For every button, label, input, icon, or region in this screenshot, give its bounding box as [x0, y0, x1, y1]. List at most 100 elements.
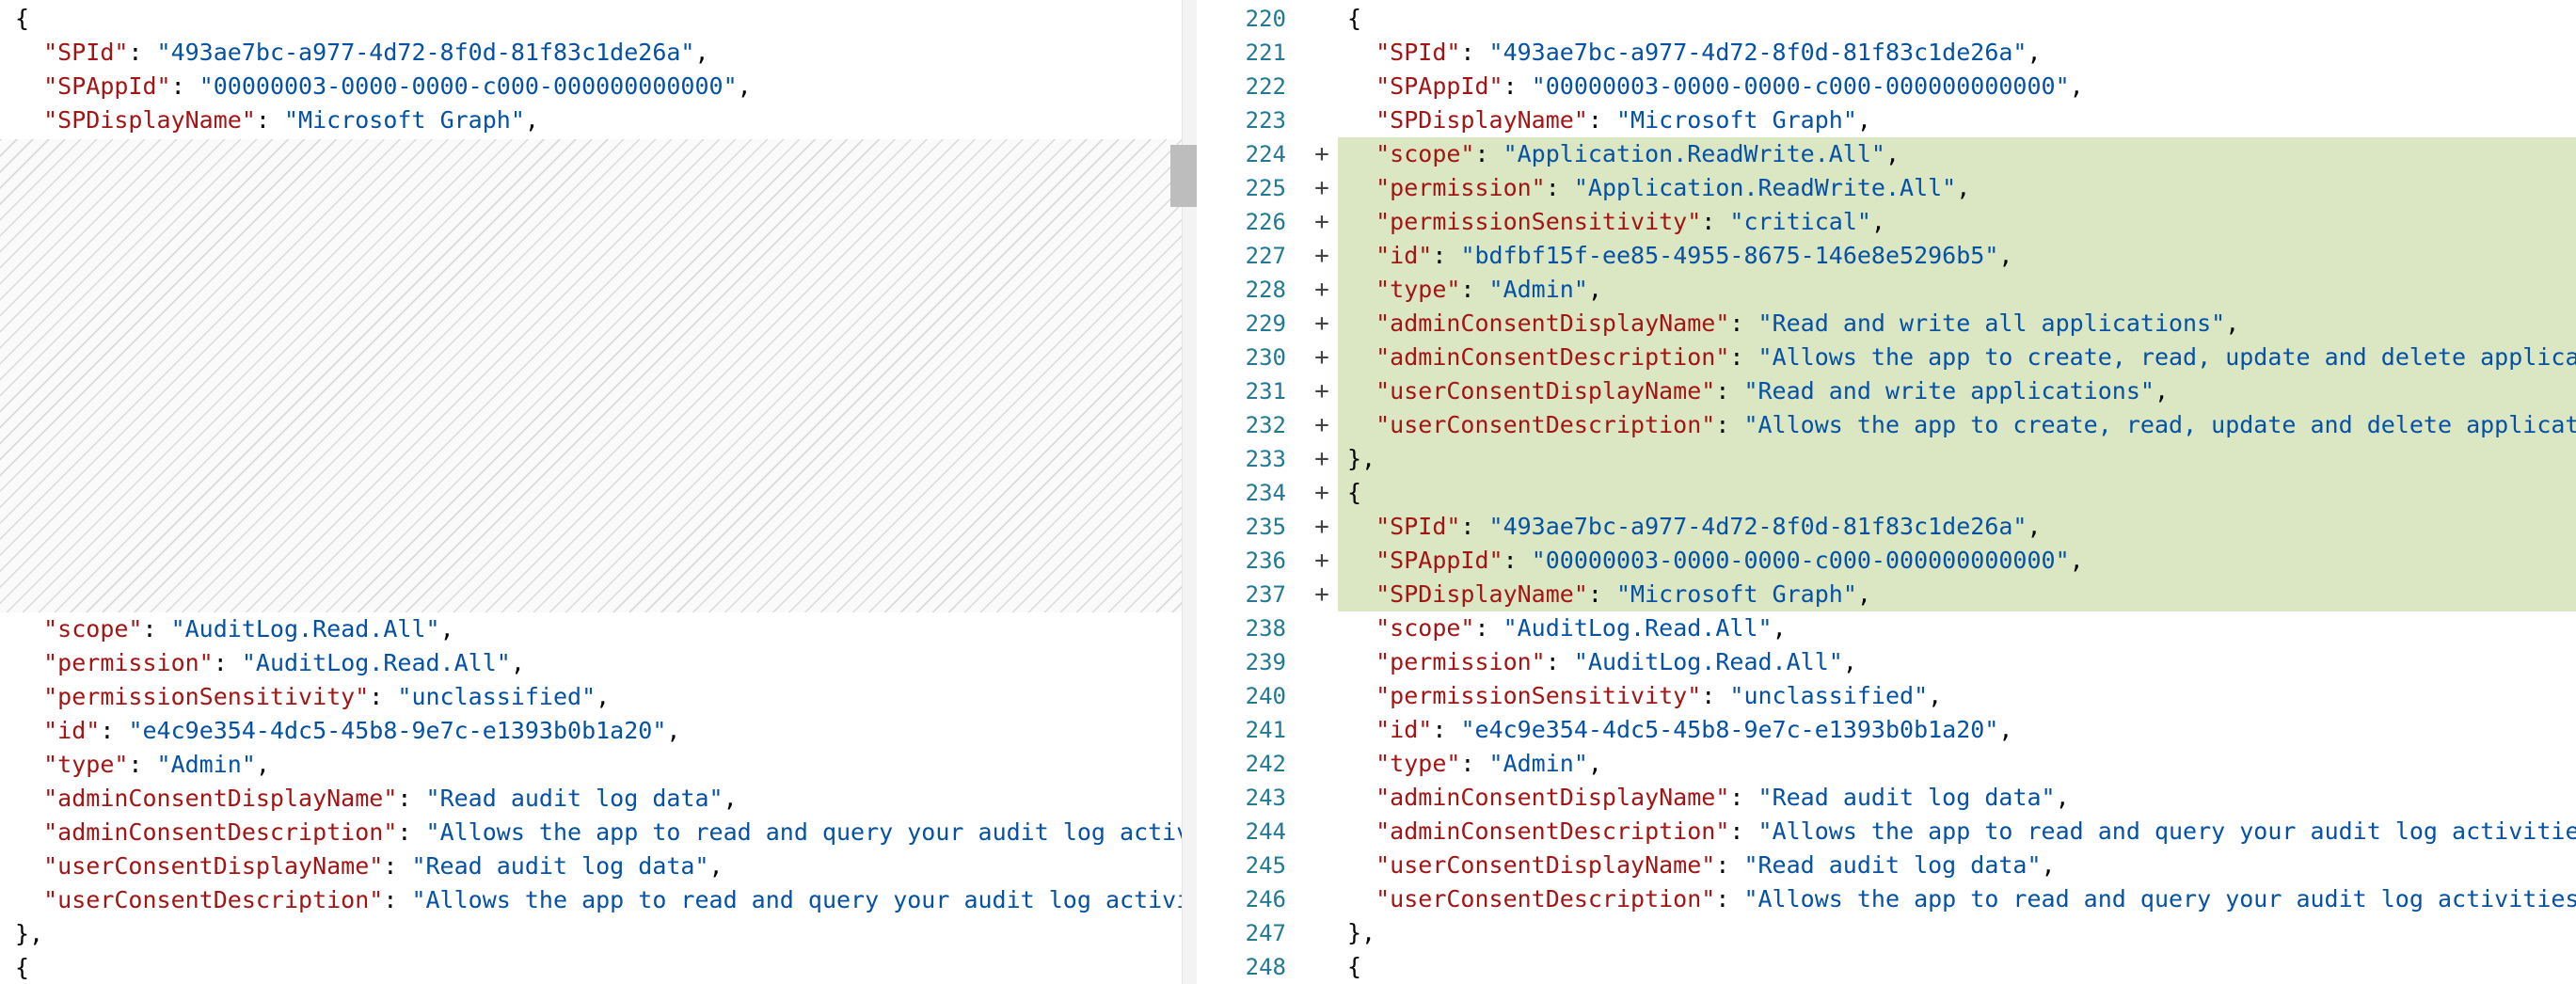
added-code-line[interactable]: 232 + "userConsentDescription": "Allows t… [1197, 408, 2576, 442]
json-string: "Allows the app to create, read, update … [1757, 343, 2576, 371]
code-line[interactable]: 242 "type": "Admin", [1197, 747, 2576, 781]
added-code-line[interactable]: 237 + "SPDisplayName": "Microsoft Graph", [1197, 578, 2576, 611]
diff-editor: { "SPId": "493ae7bc-a977-4d72-8f0d-81f83… [0, 0, 2576, 984]
added-code-line[interactable]: 234 + { [1197, 476, 2576, 510]
added-code-line[interactable]: 231 + "userConsentDisplayName": "Read and… [1197, 374, 2576, 408]
json-punctuation: , [524, 106, 539, 134]
added-code-line[interactable]: 236 + "SPAppId": "00000003-0000-0000-c000… [1197, 544, 2576, 578]
json-string: "Read audit log data" [1743, 851, 2042, 879]
json-key: "permission" [43, 649, 214, 676]
json-punctuation: { [15, 954, 30, 981]
line-number: 245 [1245, 852, 1286, 879]
code-line[interactable]: 248 { [1197, 950, 2576, 984]
json-string: "Allows the app to read and query your a… [425, 818, 1197, 846]
code-line[interactable]: 222 "SPAppId": "00000003-0000-0000-c000-… [1197, 70, 2576, 103]
plus-icon: + [1314, 479, 1329, 507]
added-code-line[interactable]: 233 +}, [1197, 442, 2576, 476]
line-number: 229 [1245, 310, 1286, 337]
added-code-line[interactable]: 227 + "id": "bdfbf15f-ee85-4955-8675-146e… [1197, 239, 2576, 273]
code-line[interactable]: "permissionSensitivity": "unclassified", [0, 680, 1197, 714]
json-string: "unclassified" [397, 683, 596, 710]
line-content: "SPId": "493ae7bc-a977-4d72-8f0d-81f83c1… [1338, 510, 2576, 544]
json-punctuation [1347, 208, 1375, 235]
added-code-line[interactable]: 228 + "type": "Admin", [1197, 273, 2576, 307]
code-line[interactable]: 220 { [1197, 2, 2576, 36]
json-punctuation [1347, 309, 1375, 337]
json-punctuation: : [213, 649, 242, 676]
modified-pane[interactable]: 220 {221 "SPId": "493ae7bc-a977-4d72-8f0d… [1197, 0, 2576, 984]
line-content: "id": "e4c9e354-4dc5-45b8-9e7c-e1393b0b1… [1338, 713, 2576, 747]
code-line[interactable]: "SPDisplayName": "Microsoft Graph", [0, 103, 1197, 137]
code-line[interactable]: "userConsentDisplayName": "Read audit lo… [0, 849, 1197, 883]
added-code-line[interactable]: 225 + "permission": "Application.ReadWrit… [1197, 171, 2576, 205]
json-punctuation [15, 72, 43, 100]
code-line[interactable]: 238 "scope": "AuditLog.Read.All", [1197, 611, 2576, 645]
original-pane[interactable]: { "SPId": "493ae7bc-a977-4d72-8f0d-81f83… [0, 0, 1197, 984]
json-key: "userConsentDisplayName" [43, 852, 384, 880]
json-punctuation: , [2041, 851, 2056, 879]
json-punctuation [15, 818, 43, 846]
code-line[interactable]: 244 "adminConsentDescription": "Allows t… [1197, 815, 2576, 849]
code-line[interactable]: }, [0, 917, 1197, 951]
code-line[interactable]: "scope": "AuditLog.Read.All", [0, 612, 1197, 646]
code-line[interactable]: { [0, 951, 1197, 984]
json-punctuation: : [1460, 39, 1489, 66]
code-line[interactable]: "adminConsentDisplayName": "Read audit l… [0, 782, 1197, 816]
json-string: "Read audit log data" [411, 852, 709, 880]
json-punctuation: : [1729, 309, 1758, 337]
json-punctuation: , [1856, 580, 1871, 608]
diff-marker [1308, 950, 1336, 984]
added-code-line[interactable]: 226 + "permissionSensitivity": "critical"… [1197, 205, 2576, 239]
added-code-line[interactable]: 224 + "scope": "Application.ReadWrite.All… [1197, 137, 2576, 171]
line-number: 226 [1245, 209, 1286, 235]
json-key: "SPId" [43, 39, 129, 66]
json-key: "adminConsentDisplayName" [1375, 784, 1730, 811]
code-line[interactable]: { [0, 2, 1197, 36]
added-code-line[interactable]: 230 + "adminConsentDescription": "Allows … [1197, 341, 2576, 374]
json-key: "userConsentDescription" [1375, 411, 1716, 438]
code-line[interactable]: 221 "SPId": "493ae7bc-a977-4d72-8f0d-81f… [1197, 36, 2576, 70]
json-punctuation [15, 106, 43, 134]
code-line[interactable]: 246 "userConsentDescription": "Allows th… [1197, 882, 2576, 916]
json-string: "AuditLog.Read.All" [1503, 614, 1773, 642]
json-string: "00000003-0000-0000-c000-000000000000" [1531, 72, 2070, 100]
line-number: 221 [1245, 40, 1286, 66]
code-line[interactable]: "userConsentDescription": "Allows the ap… [0, 883, 1197, 917]
json-punctuation [1347, 39, 1375, 66]
json-punctuation [1347, 614, 1375, 642]
code-line[interactable]: 241 "id": "e4c9e354-4dc5-45b8-9e7c-e1393… [1197, 713, 2576, 747]
json-punctuation: : [128, 39, 157, 66]
code-line[interactable]: "adminConsentDescription": "Allows the a… [0, 816, 1197, 849]
json-punctuation: : [383, 852, 412, 880]
diff-marker [1308, 713, 1336, 747]
json-punctuation: , [510, 649, 525, 676]
code-line[interactable]: 245 "userConsentDisplayName": "Read audi… [1197, 849, 2576, 882]
json-key: "SPAppId" [1375, 547, 1503, 574]
diff-marker [1308, 679, 1336, 713]
json-string: "critical" [1729, 208, 1871, 235]
diff-marker [1308, 916, 1336, 950]
line-number: 234 [1245, 480, 1286, 506]
json-punctuation: , [255, 751, 270, 778]
original-scrollbar-thumb[interactable] [1170, 145, 1197, 207]
json-punctuation: : [1460, 276, 1489, 303]
line-number: 244 [1245, 818, 1286, 845]
code-line[interactable]: "SPAppId": "00000003-0000-0000-c000-0000… [0, 70, 1197, 103]
line-content: "permissionSensitivity": "unclassified", [1338, 679, 2576, 713]
code-line[interactable]: 243 "adminConsentDisplayName": "Read aud… [1197, 781, 2576, 815]
code-line[interactable]: "type": "Admin", [0, 748, 1197, 782]
json-punctuation [15, 649, 43, 676]
code-line[interactable]: "permission": "AuditLog.Read.All", [0, 646, 1197, 680]
added-code-line[interactable]: 229 + "adminConsentDisplayName": "Read an… [1197, 307, 2576, 341]
json-key: "adminConsentDisplayName" [1375, 309, 1730, 337]
json-string: "Allows the app to read and query your a… [1757, 817, 2576, 845]
line-content: { [1338, 476, 2576, 510]
code-line[interactable]: "SPId": "493ae7bc-a977-4d72-8f0d-81f83c1… [0, 36, 1197, 70]
code-line[interactable]: 240 "permissionSensitivity": "unclassifi… [1197, 679, 2576, 713]
code-line[interactable]: 247}, [1197, 916, 2576, 950]
code-line[interactable]: 239 "permission": "AuditLog.Read.All", [1197, 645, 2576, 679]
code-line[interactable]: 223 "SPDisplayName": "Microsoft Graph", [1197, 103, 2576, 137]
json-punctuation: , [2225, 309, 2240, 337]
added-code-line[interactable]: 235 + "SPId": "493ae7bc-a977-4d72-8f0d-81… [1197, 510, 2576, 544]
code-line[interactable]: "id": "e4c9e354-4dc5-45b8-9e7c-e1393b0b1… [0, 714, 1197, 748]
